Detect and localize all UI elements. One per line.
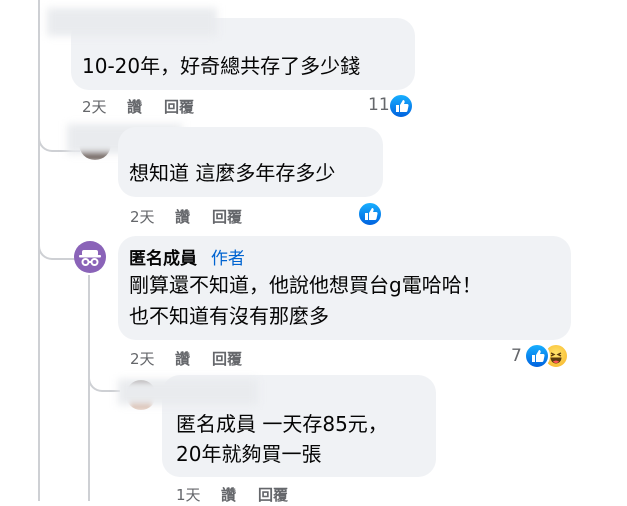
author-name-redacted bbox=[47, 8, 217, 36]
comment-text: 10-20年，好奇總共存了多少錢 bbox=[82, 54, 361, 78]
timestamp[interactable]: 2天 bbox=[82, 96, 107, 117]
comment-meta: 2天 讚 回覆 bbox=[130, 348, 370, 370]
comment-bubble: 想知道 這麼多年存多少 bbox=[118, 127, 383, 197]
author-badge: 作者 bbox=[210, 249, 245, 269]
timestamp[interactable]: 1天 bbox=[176, 484, 201, 505]
timestamp[interactable]: 2天 bbox=[130, 348, 155, 369]
reply-button[interactable]: 回覆 bbox=[212, 348, 242, 369]
thread-branch bbox=[88, 360, 120, 392]
like-icon[interactable] bbox=[357, 201, 383, 227]
author-name[interactable]: 匿名成員 bbox=[129, 249, 197, 269]
comment-text-line: 匿名成員 一天存85元， bbox=[176, 412, 388, 436]
author-name-redacted bbox=[118, 379, 258, 405]
comment-bubble: 10-20年，好奇總共存了多少錢 bbox=[47, 8, 415, 90]
comment-bubble: 匿名成員 一天存85元， 20年就夠買一張 bbox=[118, 375, 436, 477]
like-button[interactable]: 讚 bbox=[127, 96, 142, 117]
like-icon[interactable] bbox=[388, 93, 414, 119]
thread-line bbox=[88, 275, 90, 501]
reply-button[interactable]: 回覆 bbox=[212, 206, 242, 227]
anonymous-icon bbox=[79, 250, 101, 266]
like-button[interactable]: 讚 bbox=[221, 484, 236, 505]
comment-meta: 1天 讚 回覆 bbox=[176, 484, 416, 506]
reply-button[interactable]: 回覆 bbox=[164, 96, 194, 117]
like-button[interactable]: 讚 bbox=[175, 348, 190, 369]
reaction-count[interactable]: 11 bbox=[368, 95, 390, 115]
timestamp[interactable]: 2天 bbox=[130, 206, 155, 227]
anonymous-avatar[interactable] bbox=[74, 241, 106, 273]
like-button[interactable]: 讚 bbox=[175, 206, 190, 227]
comment-text: 想知道 這麼多年存多少 bbox=[129, 161, 336, 185]
comment-bubble: 匿名成員 作者 剛算還不知道，他說他想買台g電哈哈！ 也不知道有沒有那麼多 bbox=[118, 236, 571, 340]
comment-author: 匿名成員 作者 bbox=[129, 244, 245, 269]
reply-button[interactable]: 回覆 bbox=[258, 484, 288, 505]
comment-text-line: 也不知道有沒有那麼多 bbox=[129, 304, 329, 328]
comment-text-line: 剛算還不知道，他說他想買台g電哈哈！ bbox=[129, 273, 482, 297]
comment-text-line: 20年就夠買一張 bbox=[176, 442, 322, 466]
like-icon[interactable] bbox=[524, 343, 550, 369]
thread-branch bbox=[38, 228, 76, 260]
comment-meta: 2天 讚 回覆 bbox=[130, 206, 370, 228]
reaction-count[interactable]: 7 bbox=[511, 346, 522, 366]
